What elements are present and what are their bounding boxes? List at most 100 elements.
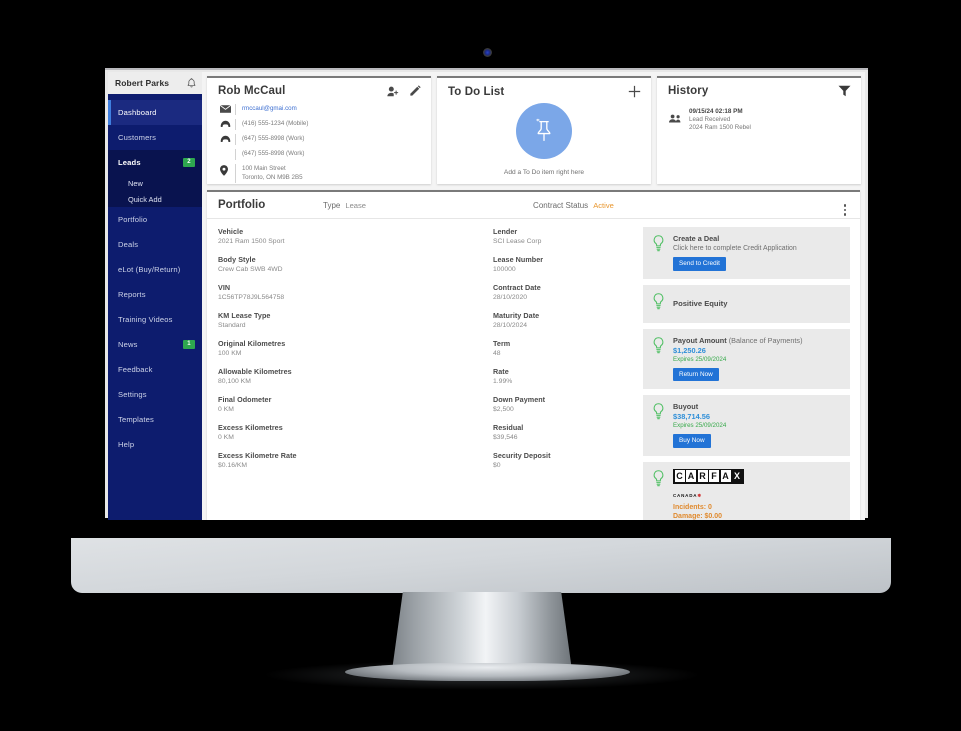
contact-list: rmccaul@gmai.com (416) 555-1234 (Mobile) bbox=[207, 102, 431, 183]
field-term: Term 48 bbox=[493, 339, 637, 357]
payout-title: Payout Amount (Balance of Payments) bbox=[673, 336, 803, 345]
sidebar-item-deals[interactable]: Deals bbox=[108, 232, 202, 257]
buyout-amount: $38,714.56 bbox=[673, 412, 710, 421]
field-label: Lease Number bbox=[493, 255, 544, 264]
field-allowable-kilometres: Allowable Kilometres 80,100 KM bbox=[218, 367, 482, 385]
sidebar-item-help[interactable]: Help bbox=[108, 432, 202, 457]
sidebar-item-label: Feedback bbox=[118, 365, 153, 374]
screenshot-stage: Robert Parks Dashboard Customers Leads 2 bbox=[0, 0, 961, 731]
portfolio-panel: Portfolio Type Lease Contract Status Act… bbox=[207, 190, 860, 520]
field-label: Body Style bbox=[218, 255, 256, 264]
lightbulb-icon bbox=[652, 336, 665, 382]
sidebar-item-leads[interactable]: Leads 2 bbox=[108, 150, 202, 175]
contact-row-mobile: (416) 555-1234 (Mobile) bbox=[220, 119, 431, 130]
carfax-letter: X bbox=[732, 470, 742, 482]
sidebar-item-portfolio[interactable]: Portfolio bbox=[108, 207, 202, 232]
contact-divider bbox=[235, 149, 236, 160]
funnel-filter-icon[interactable] bbox=[838, 85, 851, 97]
payout-title-main: Payout Amount bbox=[673, 335, 727, 345]
field-value: 28/10/2020 bbox=[493, 294, 528, 301]
portfolio-mid-column: Lender SCI Lease Corp Lease Number 10000… bbox=[482, 227, 637, 520]
kebab-menu-icon[interactable] bbox=[843, 204, 846, 216]
sidebar-item-feedback[interactable]: Feedback bbox=[108, 357, 202, 382]
carfax-incidents: Incidents: 0 bbox=[673, 503, 712, 511]
sidebar-item-label: News bbox=[118, 340, 138, 349]
contact-row-work-2: (647) 555-8998 (Work) bbox=[220, 149, 431, 160]
pushpin-icon[interactable] bbox=[516, 103, 572, 159]
field-value: $2,500 bbox=[493, 406, 514, 413]
return-now-button[interactable]: Return Now bbox=[673, 367, 719, 381]
field-value: 0 KM bbox=[218, 434, 234, 441]
plus-icon[interactable] bbox=[628, 85, 641, 98]
positive-equity-card[interactable]: Positive Equity bbox=[643, 284, 850, 323]
sidebar-item-templates[interactable]: Templates bbox=[108, 407, 202, 432]
pencil-edit-icon[interactable] bbox=[409, 85, 421, 97]
sidebar-item-label: Deals bbox=[118, 240, 139, 249]
carfax-letter: A bbox=[720, 470, 731, 482]
carfax-content: C A R F A X CANADA❅ Incidents: 0 Damage:… bbox=[673, 468, 744, 520]
todo-empty-state: Add a To Do item right here bbox=[437, 103, 651, 184]
app-screen: Robert Parks Dashboard Customers Leads 2 bbox=[108, 72, 865, 520]
carfax-letter: A bbox=[686, 470, 696, 482]
field-km-lease-type: KM Lease Type Standard bbox=[218, 311, 482, 329]
sidebar-item-training-videos[interactable]: Training Videos bbox=[108, 307, 202, 332]
portfolio-type-value: Lease bbox=[345, 200, 367, 210]
create-deal-subtitle: Click here to complete Credit Applicatio… bbox=[673, 245, 797, 252]
field-value: $39,546 bbox=[493, 434, 518, 441]
buyout-title: Buyout bbox=[673, 402, 699, 411]
field-label: Lender bbox=[493, 227, 518, 236]
profile-card: Rob McCaul rmccaul@gmai.com (416) 555-12… bbox=[207, 76, 431, 184]
history-item[interactable]: 09/15/24 02:18 PM Lead Received 2024 Ram… bbox=[657, 102, 861, 131]
carfax-letter: R bbox=[697, 470, 708, 482]
lightbulb-icon bbox=[652, 234, 665, 271]
sidebar-item-label: Customers bbox=[118, 133, 157, 142]
field-value: SCI Lease Corp bbox=[493, 238, 542, 245]
sidebar-item-label: Settings bbox=[118, 390, 147, 399]
carfax-card[interactable]: C A R F A X CANADA❅ Incidents: 0 Damage:… bbox=[643, 461, 850, 520]
phone-icon bbox=[220, 119, 235, 127]
sidebar-item-label: Templates bbox=[118, 415, 154, 424]
field-value: $0 bbox=[493, 462, 501, 469]
top-cards-row: Rob McCaul rmccaul@gmai.com (416) 555-12… bbox=[202, 72, 865, 184]
add-user-icon[interactable] bbox=[387, 86, 399, 97]
sidebar-subitem-new[interactable]: New bbox=[108, 175, 202, 191]
sidebar-item-reports[interactable]: Reports bbox=[108, 282, 202, 307]
field-label: Allowable Kilometres bbox=[218, 367, 292, 376]
profile-card-header: Rob McCaul bbox=[207, 78, 431, 102]
contact-divider bbox=[235, 134, 236, 145]
field-value: 48 bbox=[493, 350, 501, 357]
field-body-style: Body Style Crew Cab SWB 4WD bbox=[218, 255, 482, 273]
field-label: Maturity Date bbox=[493, 311, 540, 320]
field-label: Security Deposit bbox=[493, 451, 551, 460]
create-deal-card[interactable]: Create a Deal Click here to complete Cre… bbox=[643, 227, 850, 279]
field-label: Contract Date bbox=[493, 283, 541, 292]
carfax-region: CANADA❅ bbox=[673, 493, 702, 498]
field-value: 80,100 KM bbox=[218, 378, 251, 385]
blank-icon bbox=[220, 149, 235, 150]
send-to-credit-button[interactable]: Send to Credit bbox=[673, 257, 726, 271]
field-lease-number: Lease Number 100000 bbox=[493, 255, 637, 273]
sidebar-subitem-quick-add[interactable]: Quick Add bbox=[108, 191, 202, 207]
field-down-payment: Down Payment $2,500 bbox=[493, 395, 637, 413]
sidebar-subitem-label: Quick Add bbox=[128, 194, 162, 204]
monitor-bezel: Robert Parks Dashboard Customers Leads 2 bbox=[105, 68, 868, 520]
sidebar-item-elot[interactable]: eLot (Buy/Return) bbox=[108, 257, 202, 282]
buyout-expiry: Expires 25/09/2024 bbox=[673, 422, 727, 429]
sidebar-subitem-label: New bbox=[128, 178, 143, 188]
sidebar-item-label: Reports bbox=[118, 290, 146, 299]
field-label: Excess Kilometres bbox=[218, 423, 283, 432]
field-original-kilometres: Original Kilometres 100 KM bbox=[218, 339, 482, 357]
sidebar-item-settings[interactable]: Settings bbox=[108, 382, 202, 407]
history-card-header: History bbox=[657, 78, 861, 102]
bell-icon[interactable] bbox=[187, 78, 196, 88]
sidebar-item-customers[interactable]: Customers bbox=[108, 125, 202, 150]
contact-row-email[interactable]: rmccaul@gmai.com bbox=[220, 104, 431, 115]
payout-amount-card[interactable]: Payout Amount (Balance of Payments) $1,2… bbox=[643, 328, 850, 389]
profile-name: Rob McCaul bbox=[218, 85, 286, 97]
field-label: Final Odometer bbox=[218, 395, 272, 404]
sidebar-item-dashboard[interactable]: Dashboard bbox=[108, 100, 202, 125]
contact-email-value[interactable]: rmccaul@gmai.com bbox=[242, 104, 297, 114]
sidebar-item-news[interactable]: News 1 bbox=[108, 332, 202, 357]
buy-now-button[interactable]: Buy Now bbox=[673, 434, 711, 448]
buyout-card[interactable]: Buyout $38,714.56 Expires 25/09/2024 Buy… bbox=[643, 395, 850, 456]
